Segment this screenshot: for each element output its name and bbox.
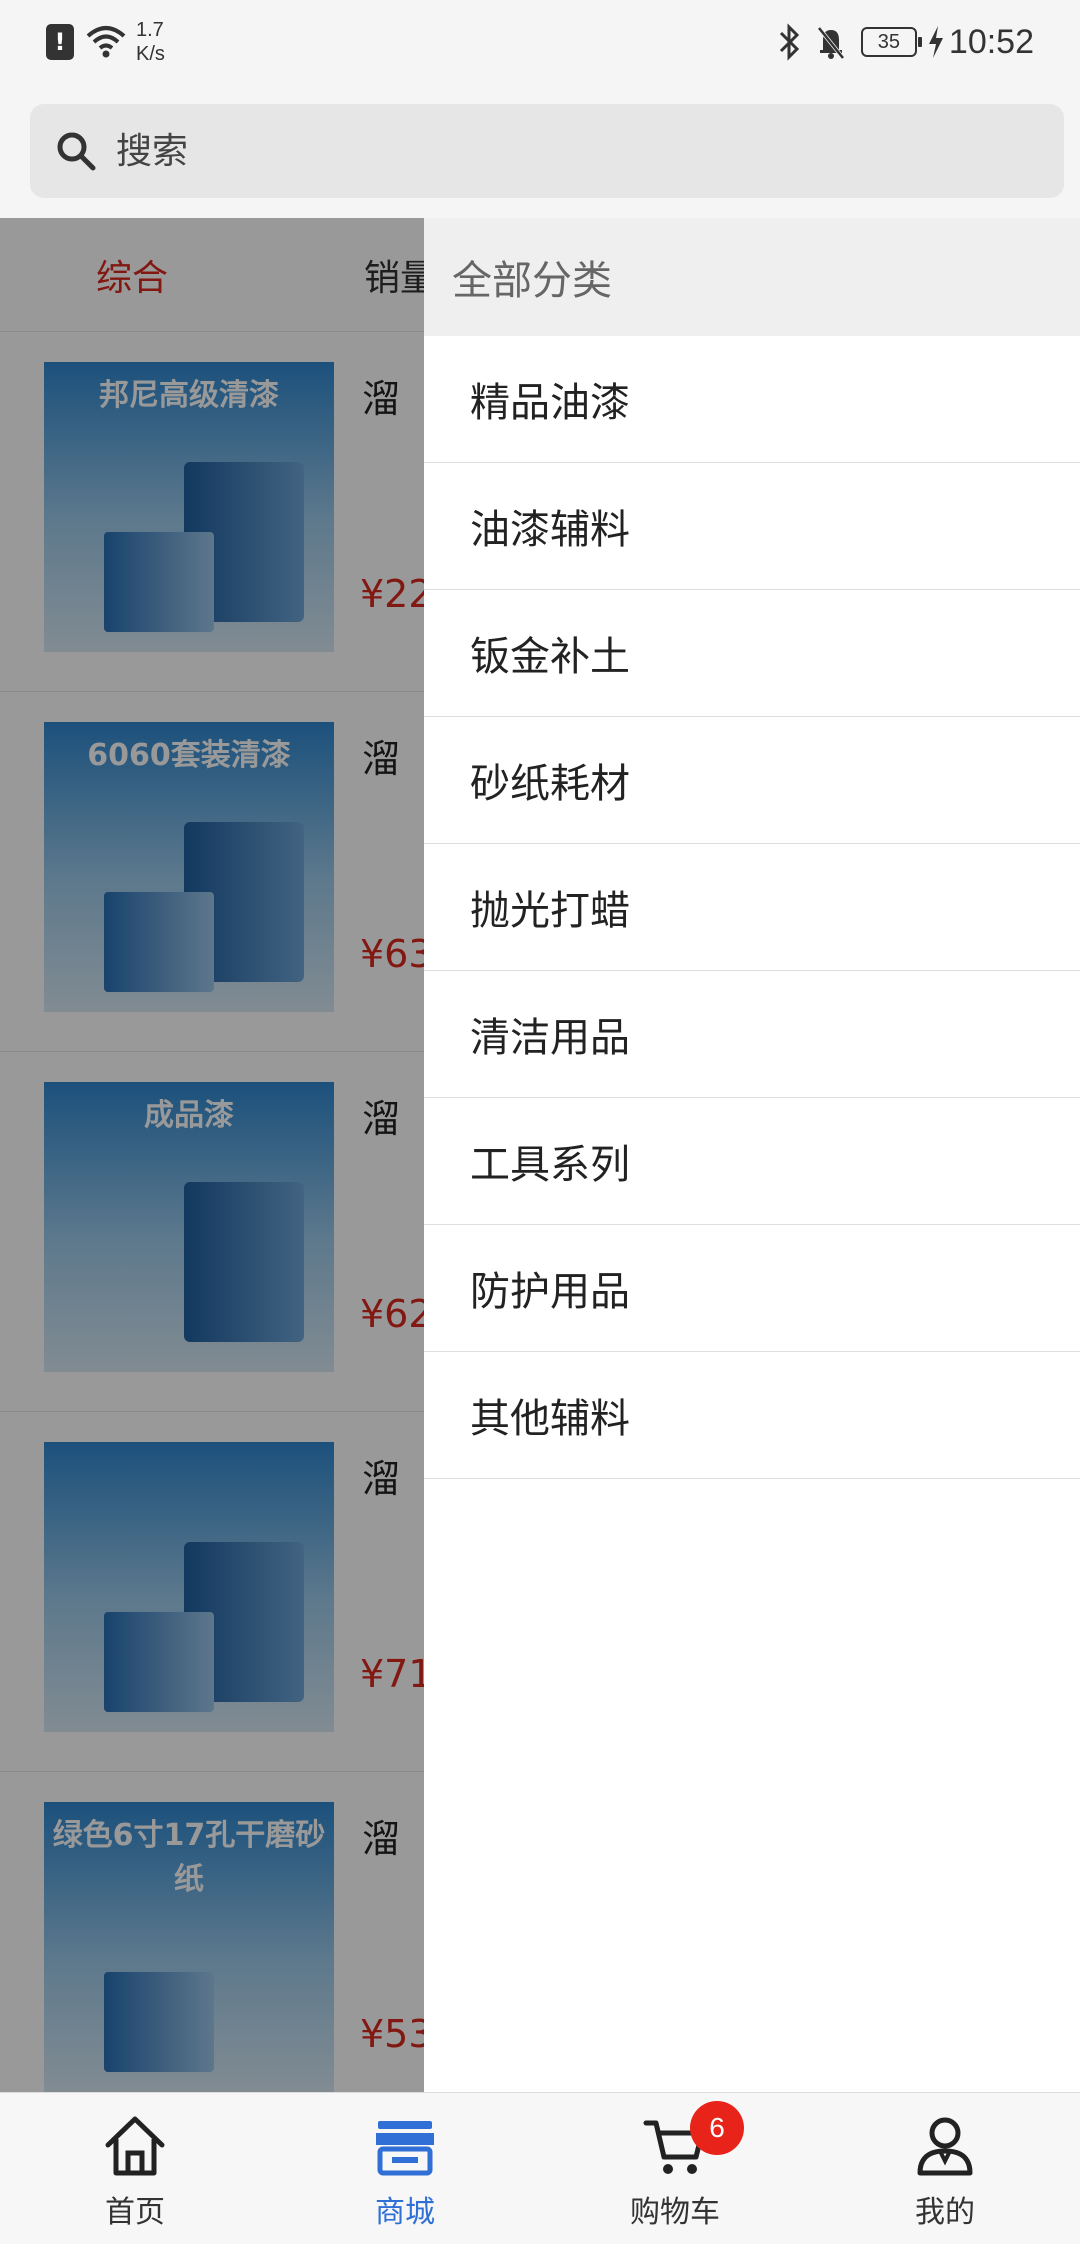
network-speed: 1.7 K/s <box>136 18 165 66</box>
clock: 10:52 <box>948 22 1034 61</box>
category-item-cleaning-supplies[interactable]: 清洁用品 <box>424 971 1080 1098</box>
bluetooth-icon <box>779 23 800 61</box>
drawer-title: 全部分类 <box>424 218 1080 336</box>
category-item-paint-auxiliaries[interactable]: 油漆辅料 <box>424 463 1080 590</box>
net-speed-unit: K/s <box>136 43 165 65</box>
wifi-icon <box>86 26 126 58</box>
search-icon <box>57 132 96 171</box>
notifications-muted-icon <box>817 26 845 60</box>
search-box[interactable] <box>30 104 1064 198</box>
drawer-scrim[interactable] <box>0 218 424 2092</box>
category-item-premium-paint[interactable]: 精品油漆 <box>424 336 1080 463</box>
nav-home-label: 首页 <box>105 2195 165 2230</box>
charging-icon <box>928 26 943 58</box>
category-item-other-auxiliaries[interactable]: 其他辅料 <box>424 1352 1080 1479</box>
battery-indicator: 35 <box>860 27 922 57</box>
category-item-sandpaper-consumables[interactable]: 砂纸耗材 <box>424 717 1080 844</box>
cart-count-badge: 6 <box>690 2101 744 2155</box>
category-item-polishing-waxing[interactable]: 抛光打蜡 <box>424 844 1080 971</box>
nav-store[interactable]: 商城 <box>270 2093 540 2244</box>
nav-home[interactable]: 首页 <box>0 2093 270 2244</box>
category-drawer: 全部分类 精品油漆 油漆辅料 钣金补土 砂纸耗材 抛光打蜡 清洁用品 工具系列 … <box>424 218 1080 2092</box>
nav-cart[interactable]: 6 购物车 <box>540 2093 810 2244</box>
nav-store-label: 商城 <box>375 2195 435 2230</box>
alert-icon: ! <box>46 24 74 60</box>
category-item-tools[interactable]: 工具系列 <box>424 1098 1080 1225</box>
bottom-nav: 首页 商城 6 购物车 我的 <box>0 2092 1080 2244</box>
store-icon <box>376 2121 434 2176</box>
nav-profile[interactable]: 我的 <box>810 2093 1080 2244</box>
nav-cart-label: 购物车 <box>630 2195 720 2230</box>
net-speed-value: 1.7 <box>136 19 164 41</box>
category-item-protective-gear[interactable]: 防护用品 <box>424 1225 1080 1352</box>
status-bar: ! 1.7 K/s 35 10:52 <box>0 0 1080 90</box>
nav-profile-label: 我的 <box>915 2195 975 2230</box>
profile-icon <box>917 2117 973 2176</box>
category-item-sheet-metal-putty[interactable]: 钣金补土 <box>424 590 1080 717</box>
search-input[interactable] <box>116 130 976 172</box>
search-bar <box>0 90 1080 218</box>
home-icon <box>105 2116 165 2176</box>
